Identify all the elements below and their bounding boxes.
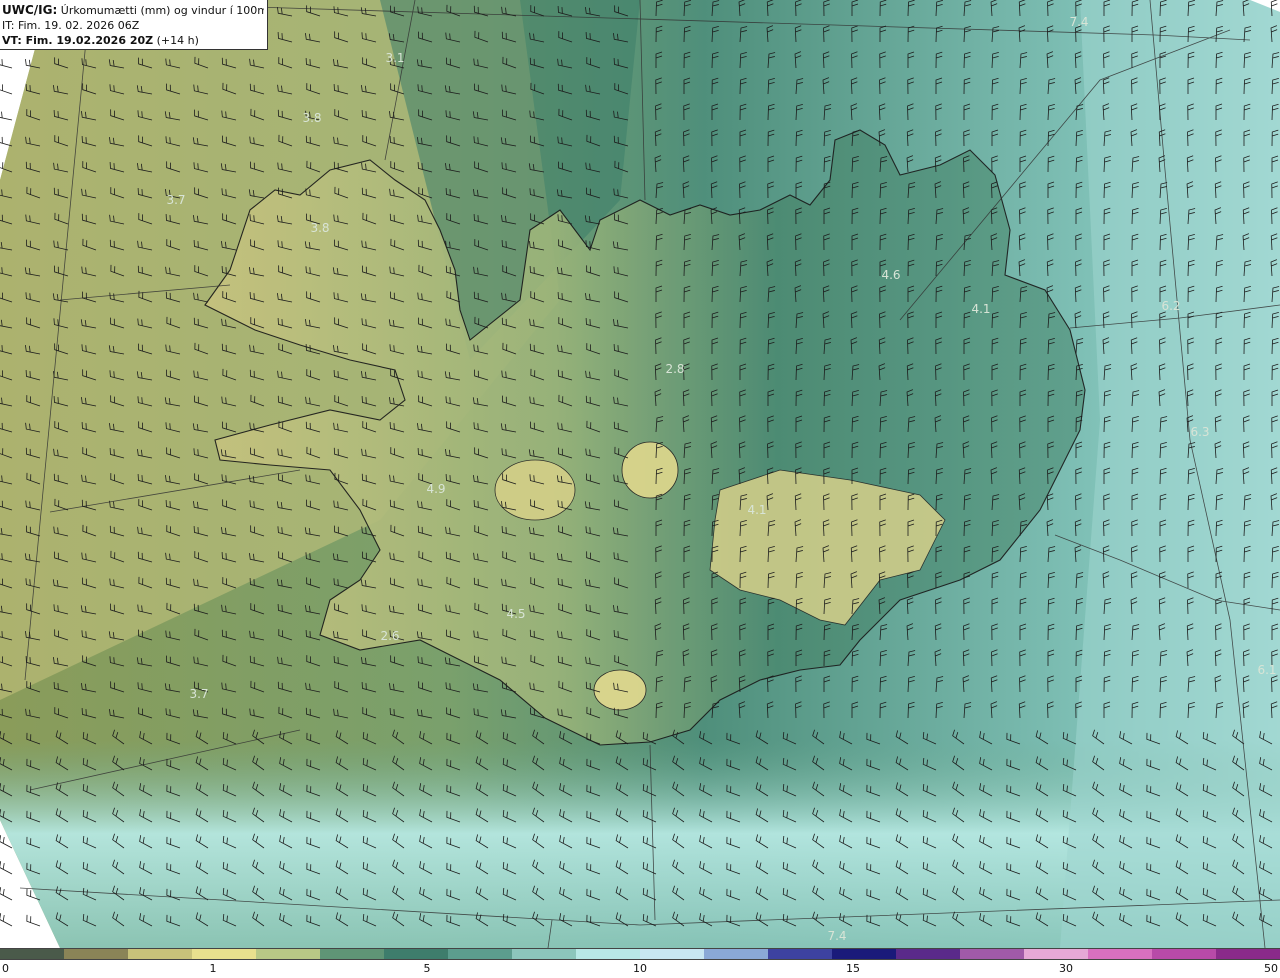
forecast-title: UWC/IG: Úrkomumætti (mm) og vindur í 100… <box>2 3 264 18</box>
colorbar-tick: 5 <box>423 962 431 975</box>
colorbar-tick: 10 <box>633 962 647 975</box>
wind-barb <box>0 83 13 95</box>
colorbar-tick: 30 <box>1059 962 1073 975</box>
map-value-label: 7.4 <box>827 929 847 943</box>
colorbar-segment <box>832 949 897 959</box>
colorbar-segment <box>256 949 321 959</box>
wind-barb <box>0 861 13 875</box>
field-title: Úrkomumætti (mm) og vindur í 100m hæð <box>60 4 264 17</box>
colorbar-tick: 0 <box>2 962 9 975</box>
map-value-label: 3.8 <box>302 111 322 125</box>
colorbar-tick: 15 <box>846 962 860 975</box>
map-value-label: 2.8 <box>665 362 685 376</box>
map-value-label: 7.4 <box>1069 15 1089 29</box>
colorbar-segment <box>704 949 769 959</box>
colorbar-segment <box>64 949 129 959</box>
map-value-label: 6.3 <box>1190 425 1210 439</box>
colorbar-segment <box>1024 949 1089 959</box>
map-value-label: 4.5 <box>506 607 526 621</box>
colorbar-tick: 50 <box>1264 962 1278 975</box>
colorbar-segment <box>192 949 257 959</box>
colorbar-segment <box>768 949 833 959</box>
init-time: IT: Fim. 19. 02. 2026 06Z <box>2 19 140 32</box>
wind-barb <box>26 914 41 927</box>
colorbar-segment <box>0 949 65 959</box>
model-name: UWC/IG: <box>2 3 58 17</box>
colorbar-segment <box>1216 949 1280 959</box>
valid-time-value: VT: Fim. 19.02.2026 20Z <box>2 34 154 47</box>
forecast-map: 3.1 3.8 3.7 3.8 4.9 2.6 4.5 3.7 2.8 4.6 … <box>0 0 1280 948</box>
map-canvas <box>0 0 1280 948</box>
precipitation-colorbar: 0 1 5 10 15 30 50 <box>0 948 1280 978</box>
map-value-label: 3.7 <box>189 687 209 701</box>
map-value-label: 3.8 <box>310 221 330 235</box>
map-value-label: 6.2 <box>1161 299 1181 313</box>
wind-barb <box>0 913 13 927</box>
colorbar-segment <box>128 949 193 959</box>
map-value-label: 3.1 <box>385 51 405 65</box>
colorbar-segment <box>960 949 1025 959</box>
colorbar-segment <box>384 949 449 959</box>
colorbar-segment <box>640 949 705 959</box>
map-value-label: 6.1 <box>1257 663 1277 677</box>
colorbar-segment <box>576 949 641 959</box>
map-value-label: 4.1 <box>747 503 767 517</box>
map-value-label: 4.9 <box>426 482 446 496</box>
wind-barb <box>0 110 13 121</box>
valid-time: VT: Fim. 19.02.2026 20Z (+14 h) <box>2 33 264 48</box>
forecast-info-box: UWC/IG: Úrkomumætti (mm) og vindur í 100… <box>0 0 268 50</box>
colorbar-segment <box>1088 949 1153 959</box>
map-value-label: 2.6 <box>380 629 400 643</box>
colorbar-segment <box>512 949 577 959</box>
map-value-label: 3.7 <box>166 193 186 207</box>
map-value-label: 4.6 <box>881 268 901 282</box>
wind-barb <box>0 887 13 901</box>
colorbar-tick: 1 <box>209 962 217 975</box>
precipitation-field <box>0 0 1280 948</box>
colorbar-segment <box>320 949 385 959</box>
colorbar-segment <box>896 949 961 959</box>
wind-barb <box>0 58 13 69</box>
lead-time: (+14 h) <box>156 34 199 47</box>
colorbar-segment <box>448 949 513 959</box>
map-value-label: 4.1 <box>971 302 991 316</box>
colorbar-strip <box>0 948 1280 960</box>
colorbar-segment <box>1152 949 1217 959</box>
